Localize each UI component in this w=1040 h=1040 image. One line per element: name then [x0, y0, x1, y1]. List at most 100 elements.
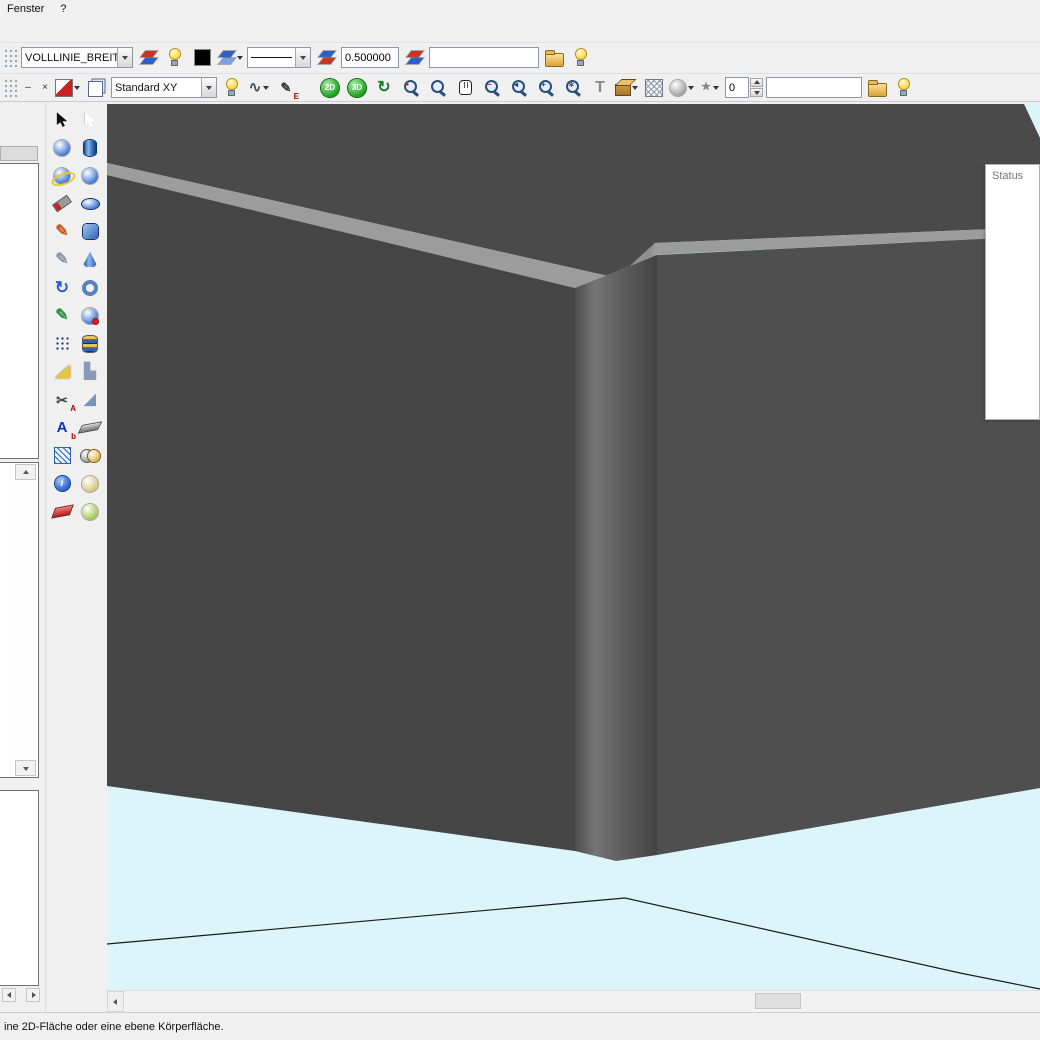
edit-element-icon[interactable]: ✎E — [274, 76, 298, 100]
view-name-input[interactable] — [766, 77, 862, 98]
zoom-select-icon[interactable] — [426, 76, 450, 100]
status-palette[interactable]: Status — [985, 164, 1040, 420]
text-tool-icon[interactable]: Ab — [49, 415, 75, 440]
solid-display-icon[interactable] — [615, 76, 639, 100]
green-pen-icon[interactable]: ✎ — [49, 303, 75, 328]
solid-torus-icon[interactable] — [77, 275, 103, 300]
scroll-down-button[interactable] — [15, 760, 36, 776]
zoom-previous-icon[interactable]: ◂ — [507, 76, 531, 100]
light-star-icon-dropdown-arrow[interactable] — [713, 86, 719, 93]
line-type-combobox-dropdown-button[interactable] — [117, 48, 132, 67]
apply-line-width-icon[interactable] — [402, 46, 426, 70]
grid-display-icon[interactable] — [642, 76, 666, 100]
hatch-tool-icon[interactable] — [49, 443, 75, 468]
solid-rounded-cube-icon[interactable] — [77, 219, 103, 244]
orbit-view-icon[interactable]: ↻ — [372, 76, 396, 100]
triangle-ruler-icon[interactable] — [49, 359, 75, 384]
3d-viewport[interactable] — [107, 104, 1040, 990]
solid-blade-icon[interactable] — [77, 415, 103, 440]
all-layers-bulb-icon[interactable] — [569, 46, 593, 70]
orbit-sphere-icon[interactable] — [49, 163, 75, 188]
hscroll-track[interactable] — [124, 991, 1040, 1012]
apply-line-style-icon[interactable] — [314, 46, 338, 70]
view-toolbar-grip[interactable] — [2, 77, 18, 99]
mode-2d-button[interactable]: 2D — [318, 76, 342, 100]
drawing-sheets-icon[interactable] — [84, 76, 108, 100]
pick-cursor-icon[interactable] — [77, 107, 103, 132]
pen-selection-icon[interactable] — [217, 46, 244, 70]
depth-spinner-down-button[interactable] — [750, 88, 763, 97]
solid-cone-icon[interactable] — [77, 247, 103, 272]
point-grid-icon[interactable] — [49, 331, 75, 356]
view-folder-icon[interactable] — [865, 76, 889, 100]
brush-tool-icon[interactable]: ✎ — [49, 247, 75, 272]
dock-close-button[interactable]: × — [38, 81, 52, 95]
solid-block-icon[interactable]: ▙ — [77, 359, 103, 384]
sphere-tan-icon[interactable] — [77, 471, 103, 496]
workplane-combobox[interactable]: Standard XY — [111, 77, 217, 98]
depth-spinner-up-button[interactable] — [750, 78, 763, 87]
zoom-window-icon[interactable]: ▪ — [399, 76, 423, 100]
menu-item-help[interactable]: ? — [56, 2, 70, 16]
workplane-visibility-icon[interactable] — [220, 76, 244, 100]
red-pencil-icon[interactable]: ✎ — [49, 219, 75, 244]
zoom-extents-icon[interactable]: ∗ — [561, 76, 585, 100]
sphere-green-icon[interactable] — [77, 499, 103, 524]
spline-mode-icon-dropdown-arrow[interactable] — [263, 86, 269, 93]
line-style-combobox[interactable] — [247, 47, 311, 68]
display-mode-icon-dropdown-arrow[interactable] — [74, 86, 80, 93]
regenerate-icon[interactable]: ↻ — [49, 275, 75, 300]
dock-minimize-button[interactable]: – — [21, 81, 35, 95]
zoom-in-icon[interactable]: + — [534, 76, 558, 100]
scroll-left-button[interactable] — [2, 988, 16, 1002]
workplane-combobox-dropdown-button[interactable] — [201, 78, 216, 97]
spline-mode-icon[interactable]: ∿ — [247, 76, 271, 100]
sphere-pair-icon[interactable] — [77, 443, 103, 468]
hscroll-left-button[interactable] — [107, 991, 124, 1012]
solid-display-icon-dropdown-arrow[interactable] — [632, 86, 638, 93]
select-cursor-icon[interactable] — [49, 107, 75, 132]
line-color-swatch[interactable] — [190, 46, 214, 70]
sphere-tool-icon[interactable] — [49, 135, 75, 160]
solid-sphere-icon[interactable] — [77, 163, 103, 188]
line-width-input[interactable] — [341, 47, 399, 68]
line-type-combobox[interactable]: VOLLLINIE_BREIT — [21, 47, 133, 68]
display-mode-icon[interactable] — [55, 76, 81, 100]
line-toolbar-grip[interactable] — [2, 47, 18, 69]
solid-sphere-point-icon[interactable] — [77, 303, 103, 328]
pan-hand-icon[interactable] — [453, 76, 477, 100]
line-style-combobox-dropdown-button[interactable] — [295, 48, 310, 67]
solid-disc-icon[interactable] — [77, 191, 103, 216]
menu-bar: Fenster ? — [0, 0, 1040, 17]
panel-collapsed-row[interactable] — [0, 146, 38, 161]
light-star-icon[interactable]: ★ — [698, 76, 722, 100]
assign-layer-icon[interactable] — [136, 46, 160, 70]
menu-item-fenster[interactable]: Fenster — [3, 2, 48, 16]
view-bulb-icon[interactable] — [892, 76, 916, 100]
trim-text-icon[interactable]: ✂A — [49, 387, 75, 412]
scroll-up-button[interactable] — [15, 464, 36, 480]
solid-wedge-icon[interactable]: ◢ — [77, 387, 103, 412]
preview-panel[interactable] — [0, 790, 39, 986]
hscroll-thumb[interactable] — [755, 993, 801, 1009]
measure-tool-icon[interactable] — [49, 191, 75, 216]
mode-3d-button[interactable]: 3D — [345, 76, 369, 100]
scroll-track[interactable] — [15, 480, 36, 760]
structure-panel[interactable] — [0, 163, 39, 459]
info-tool-icon[interactable]: i — [49, 471, 75, 496]
line-name-input[interactable] — [429, 47, 539, 68]
zoom-out-icon[interactable]: − — [480, 76, 504, 100]
solid-cylinder-icon[interactable] — [77, 135, 103, 160]
layer-visibility-icon[interactable] — [163, 46, 187, 70]
pan-hand-icon-shape — [459, 80, 472, 95]
eraser-tool-icon[interactable] — [49, 499, 75, 524]
tsquare-icon[interactable]: T — [588, 76, 612, 100]
solid-stack-icon[interactable] — [77, 331, 103, 356]
panel-vertical-scrollbar[interactable] — [15, 464, 36, 776]
render-sphere-icon[interactable] — [669, 76, 695, 100]
depth-spinner-value-input[interactable] — [725, 77, 749, 98]
scroll-right-button[interactable] — [26, 988, 40, 1002]
layer-folder-icon[interactable] — [542, 46, 566, 70]
render-sphere-icon-dropdown-arrow[interactable] — [688, 86, 694, 93]
pen-selection-icon-dropdown-arrow[interactable] — [237, 56, 243, 63]
